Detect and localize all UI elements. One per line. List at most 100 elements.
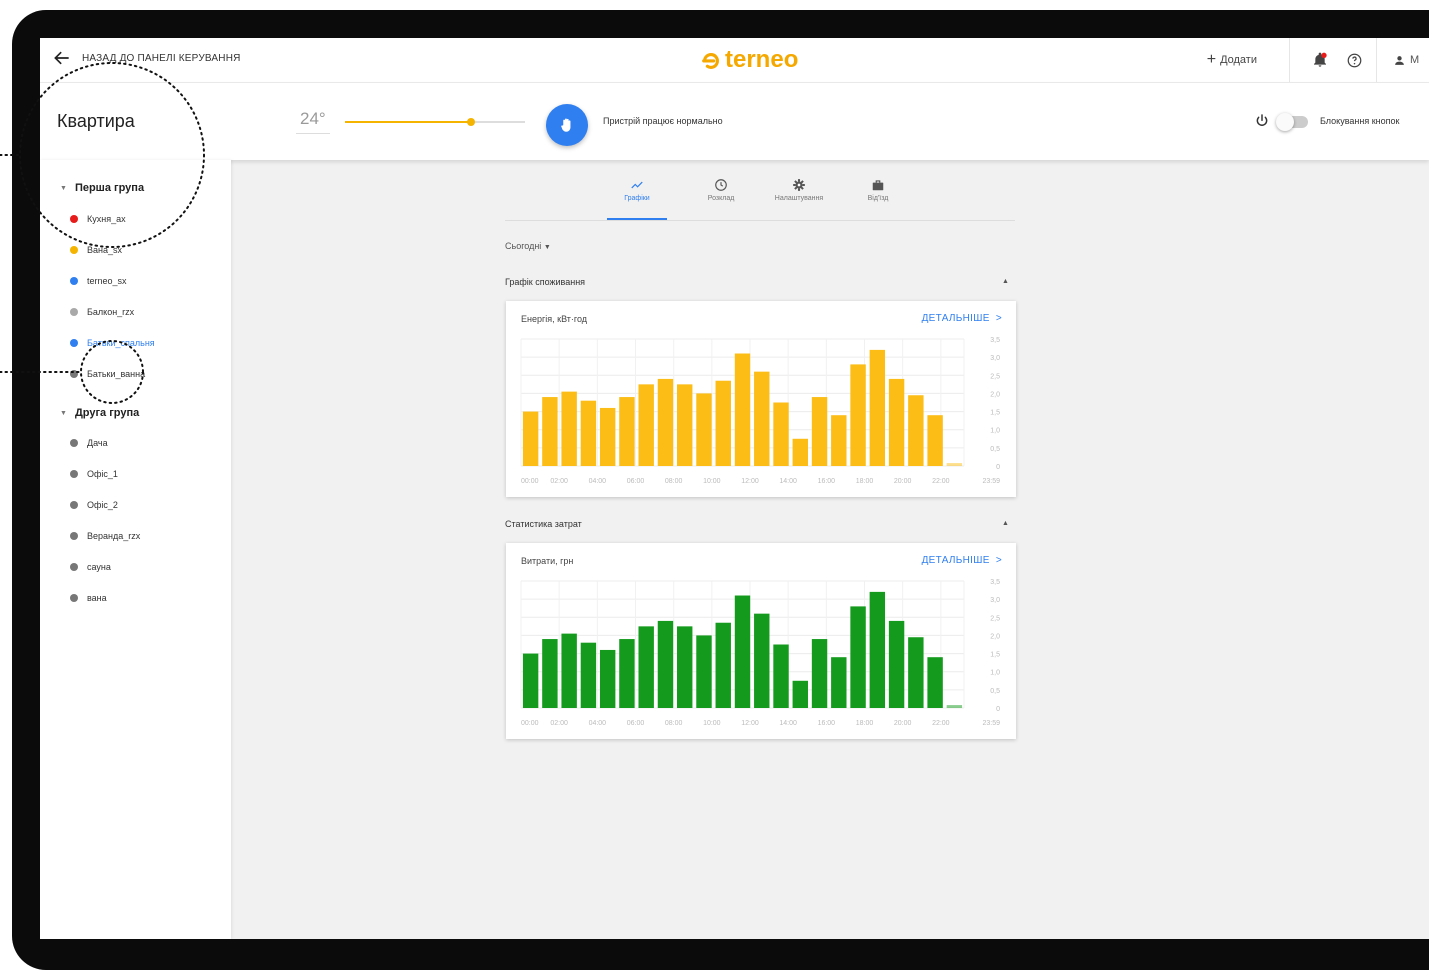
bell-icon: [1314, 52, 1327, 67]
tab-schedule[interactable]: Розклад: [691, 178, 751, 218]
annotation-circle-large: [19, 62, 205, 248]
chart-bar: [561, 391, 577, 466]
top-icons: [1290, 38, 1377, 82]
annotation-overlay: [0, 62, 205, 404]
terneo-logo-icon: [702, 53, 719, 69]
x-tick-label: 18:00: [856, 478, 874, 485]
chart-bar: [927, 657, 943, 708]
chart-bar: [522, 653, 539, 708]
device-status-text: Пристрій працює нормально: [603, 116, 723, 126]
x-tick-label: 22:00: [932, 720, 950, 727]
chart-bar: [599, 649, 616, 708]
costs-section-title: Статистика затрат: [505, 519, 582, 529]
sidebar-item-device[interactable]: Дача: [70, 438, 108, 448]
sidebar-item-device[interactable]: Офіс_2: [70, 500, 118, 510]
y-tick-label: 0,5: [990, 446, 1000, 453]
sidebar-item-device[interactable]: Офіс_1: [70, 469, 118, 479]
y-tick-label: 2,0: [990, 391, 1000, 398]
collapse-consumption-button[interactable]: ▲: [1002, 278, 1009, 285]
hand-icon: [561, 118, 571, 132]
y-tick-label: 1,5: [990, 652, 1000, 659]
chart-bar: [792, 680, 808, 708]
y-tick-label: 2,0: [990, 633, 1000, 640]
temperature-slider[interactable]: [345, 118, 525, 126]
collapse-costs-button[interactable]: ▲: [1002, 520, 1009, 527]
chart-bar: [734, 595, 751, 708]
add-label: Додати: [1220, 54, 1257, 66]
add-device-button[interactable]: + Додати: [1207, 38, 1290, 82]
device-label: Веранда_rzx: [87, 531, 141, 541]
y-tick-label: 0: [996, 464, 1000, 471]
sidebar-item-device[interactable]: вана: [70, 593, 107, 603]
power-icon[interactable]: [1254, 113, 1270, 129]
status-dot-icon: [70, 594, 78, 602]
x-tick-label: 23:59: [982, 478, 1000, 485]
tab-charts[interactable]: Графіки: [607, 178, 667, 220]
chart-bar: [638, 384, 654, 466]
chart-bar: [599, 407, 616, 466]
chart-bar: [850, 606, 866, 708]
costs-card: Витрати, грн ДЕТАЛЬНІШЕ > 3,5 3,0 2,5 2,0 1,…: [506, 543, 1016, 739]
annotation-circle-small: [80, 340, 144, 404]
consumption-chart: 3,5 3,0 2,5 2,0 1,5 1,0 0,5 0 00:00 02:00 04:00 06:…: [520, 337, 1000, 485]
sidebar-item-device[interactable]: сауна: [70, 562, 111, 572]
chart-bar: [696, 393, 712, 466]
manual-mode-button[interactable]: [546, 104, 588, 146]
y-tick-label: 3,0: [990, 597, 1000, 604]
chart-bar: [850, 364, 866, 466]
x-tick-label: 00:00: [521, 720, 539, 727]
chart-bar: [619, 639, 635, 708]
help-button[interactable]: [1340, 38, 1368, 82]
tab-settings[interactable]: Налаштування: [769, 178, 829, 218]
chart-bar: [946, 463, 963, 466]
x-tick-label: 06:00: [627, 720, 645, 727]
gear-icon: [793, 179, 805, 191]
chart-bar: [542, 397, 558, 466]
user-menu[interactable]: M: [1377, 54, 1429, 67]
x-tick-label: 20:00: [894, 720, 912, 727]
x-tick-label: 12:00: [741, 720, 759, 727]
status-dot-icon: [70, 501, 78, 509]
chart-bar: [927, 415, 943, 466]
x-tick-label: 02:00: [550, 478, 568, 485]
sidebar-item-device[interactable]: Веранда_rzx: [70, 531, 140, 541]
y-tick-label: 2,5: [990, 373, 1000, 380]
temperature-setpoint[interactable]: 24°: [296, 109, 330, 134]
y-tick-label: 3,5: [990, 337, 1000, 344]
x-tick-label: 22:00: [932, 478, 950, 485]
chart-bar: [773, 402, 789, 466]
toggle-knob: [1276, 113, 1294, 131]
logo-text: terneo: [725, 46, 799, 73]
chart-bar: [734, 353, 751, 466]
tab-departure[interactable]: Від'їзд: [848, 178, 908, 218]
chart-bar: [561, 633, 577, 708]
chart-bar: [888, 620, 905, 708]
plus-icon: +: [1206, 51, 1217, 68]
chart-bar: [522, 411, 539, 466]
y-tick-label: 2,5: [990, 615, 1000, 622]
chart-bar: [619, 397, 635, 466]
chart-bar: [811, 639, 828, 708]
y-tick-label: 1,5: [990, 410, 1000, 417]
chart-bar: [946, 705, 963, 708]
y-tick-label: 3,0: [990, 355, 1000, 362]
period-selector[interactable]: Сьогодні ▼: [505, 241, 551, 251]
button-lock-toggle[interactable]: [1276, 113, 1308, 131]
x-tick-label: 00:00: [521, 478, 539, 485]
chart-bar: [696, 635, 712, 708]
chart-line-icon: [631, 181, 643, 189]
slider-handle[interactable]: [467, 118, 475, 126]
device-label: вана: [87, 593, 107, 603]
notifications-button[interactable]: [1306, 38, 1334, 82]
chart-bar: [869, 591, 886, 708]
terneo-logo: terneo: [700, 46, 798, 74]
chart-bar: [657, 378, 674, 466]
x-tick-label: 02:00: [550, 720, 568, 727]
chart-bar: [715, 380, 731, 466]
device-label: Офіс_2: [87, 500, 118, 510]
tab-label: Від'їзд: [867, 195, 889, 202]
status-dot-icon: [70, 470, 78, 478]
status-dot-icon: [70, 563, 78, 571]
tab-label: Налаштування: [774, 195, 824, 202]
x-tick-label: 06:00: [627, 478, 645, 485]
